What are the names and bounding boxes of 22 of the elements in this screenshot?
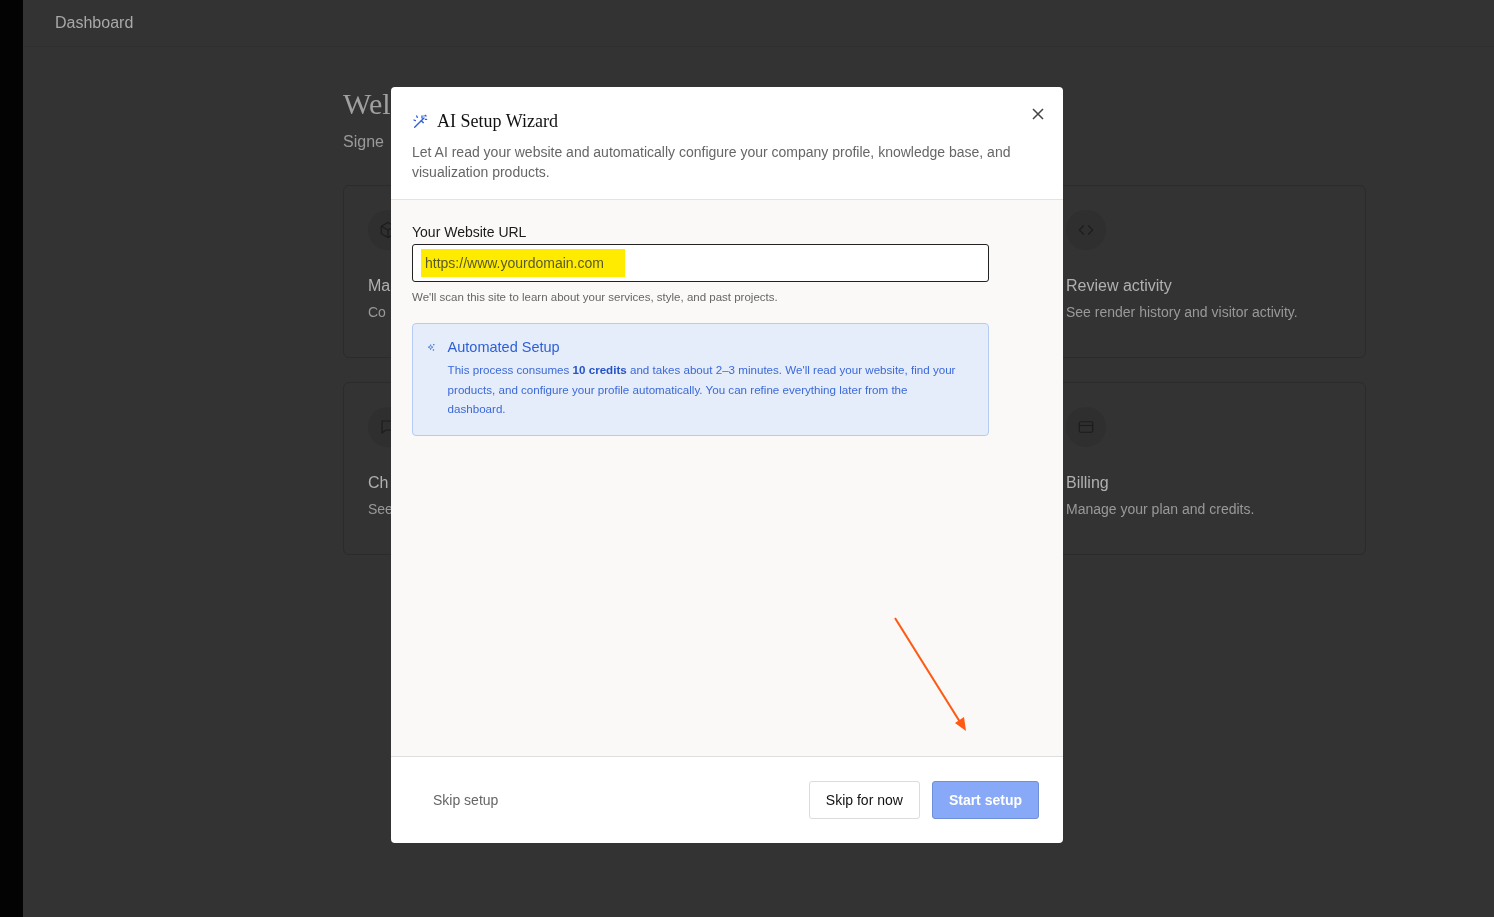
close-icon [1032, 108, 1044, 120]
card-description: See render history and visitor activity. [1066, 304, 1298, 320]
dialog-title: AI Setup Wizard [437, 111, 558, 132]
card-title: Review activity [1066, 277, 1172, 295]
welcome-subtitle: Signe [343, 133, 384, 151]
card-description: See [368, 501, 393, 517]
card-description: Manage your plan and credits. [1066, 501, 1255, 517]
field-hint: We'll scan this site to learn about your services, style, and past projects. [412, 291, 779, 303]
card-title: Ch [368, 474, 389, 492]
skip-setup-link[interactable]: Skip setup [433, 792, 499, 808]
card-title: Ma [368, 277, 391, 295]
skip-button[interactable]: Skip for now [808, 781, 920, 819]
card-title: Billing [1066, 474, 1109, 492]
url-field[interactable]: https://www.yourdomain.com [412, 244, 989, 282]
magic-wand-icon [412, 113, 428, 130]
info-title: Automated Setup [447, 339, 561, 355]
page-title: Dashboard [55, 14, 134, 32]
welcome-heading: Wel [343, 87, 391, 122]
card-description: Co [368, 304, 386, 320]
field-label: Your Website URL [412, 224, 528, 240]
dialog-description: Let AI read your website and automatically configure your company profile, knowledge base, and visualization products. [412, 143, 1012, 182]
info-text: This process consumes 10 credits and takes about 2–3 minutes. We'll read your website, find your products, and configure your profile automatically. You can refine everything later from the dashboard. [447, 362, 957, 417]
